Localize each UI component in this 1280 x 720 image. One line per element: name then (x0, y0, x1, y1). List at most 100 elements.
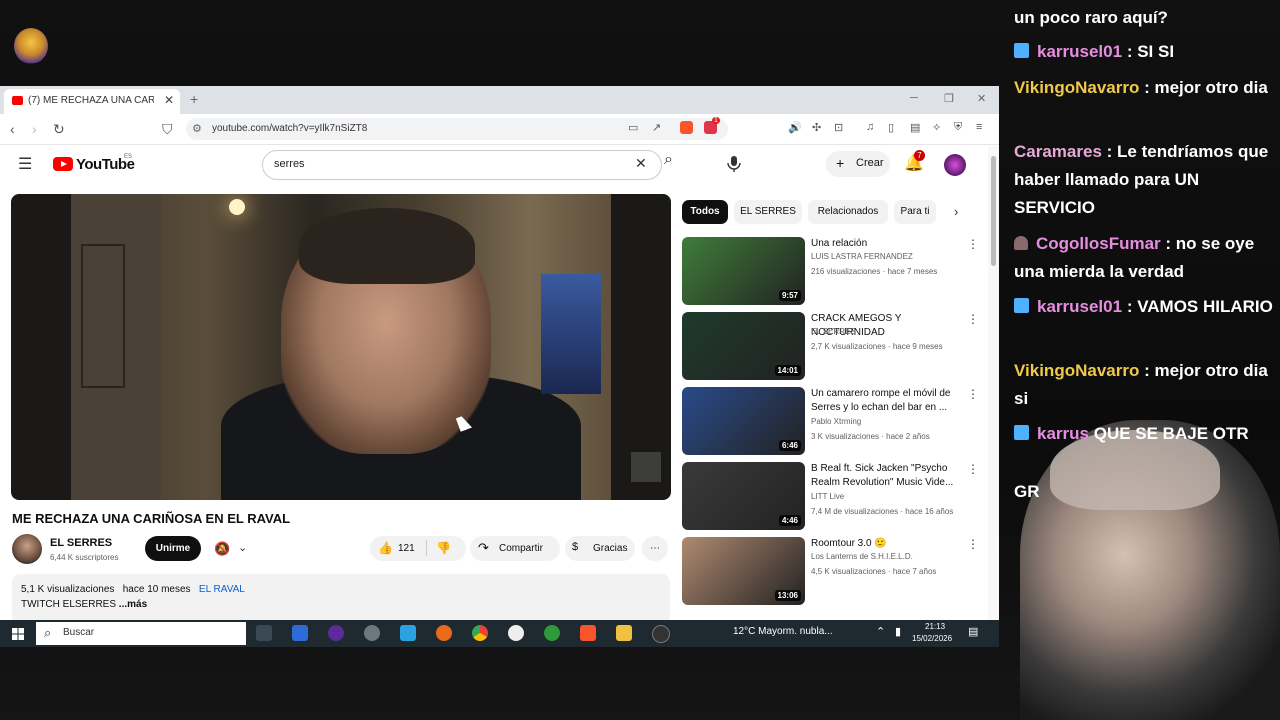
xbox-icon[interactable] (544, 625, 560, 641)
clock-time[interactable]: 21:13 (925, 622, 945, 631)
chip-all[interactable]: Todos (682, 200, 728, 224)
hashtag-link[interactable]: EL RAVAL (199, 584, 245, 595)
recommendation-thumbnail[interactable]: 4:46 (682, 462, 805, 530)
recommendation-item[interactable]: 13:06 Roomtour 3.0 🙂 Los Lanterns de S.H.I… (682, 537, 987, 607)
menu-icon[interactable]: ≡ (976, 121, 982, 133)
audio-icon[interactable]: 🔊 (788, 121, 802, 134)
recommendation-item[interactable]: 6:46 Un camarero rompe el móvil de Serres… (682, 387, 987, 457)
video-player[interactable] (11, 194, 671, 500)
tray-chevron-icon[interactable]: ⌃ (876, 625, 885, 638)
recommendation-channel[interactable]: Pablo Xtrming (811, 417, 861, 426)
more-options-icon[interactable]: ⋮ (967, 237, 979, 251)
create-button[interactable]: + Crear (826, 151, 890, 177)
windows-start-icon[interactable] (12, 627, 24, 640)
cast-icon[interactable]: ▭ (628, 121, 638, 134)
browser-tab[interactable]: (7) ME RECHAZA UNA CARIÑOSA ✕ (4, 89, 180, 114)
taskbar-search[interactable]: ⌕ Buscar (36, 622, 246, 645)
app-icon-1[interactable] (328, 625, 344, 641)
maximize-icon[interactable]: ❐ (944, 92, 954, 105)
recommendation-item[interactable]: 4:46 B Real ft. Sick Jacken "Psycho Realm… (682, 462, 987, 532)
recommendation-thumbnail[interactable]: 9:57 (682, 237, 805, 305)
media-icon[interactable]: ♫ (866, 121, 874, 133)
join-button[interactable]: Unirme (145, 536, 201, 561)
file-explorer-icon[interactable] (616, 625, 632, 641)
description-box[interactable]: 5,1 K visualizaciones hace 10 meses EL R… (12, 574, 670, 620)
chips-next-icon[interactable]: › (954, 204, 958, 219)
url-field[interactable]: ⚙ youtube.com/watch?v=yIlk7nSiZT8 (186, 118, 728, 140)
recommendation-channel[interactable]: LUIS LASTRA FERNANDEZ (811, 252, 913, 261)
app-icon-2[interactable] (364, 625, 380, 641)
search-icon[interactable]: ⌕ (664, 151, 673, 169)
chip-related[interactable]: Relacionados (808, 200, 888, 224)
dislike-icon[interactable]: 👎 (436, 541, 451, 555)
mic-tray-icon[interactable]: ▮ (895, 625, 901, 638)
clear-search-icon[interactable]: ✕ (635, 155, 647, 172)
close-window-icon[interactable]: ✕ (977, 92, 986, 105)
channel-avatar[interactable] (12, 534, 42, 564)
chevron-down-icon[interactable]: ⌄ (238, 541, 247, 554)
leo-ai-icon[interactable]: ✧ (932, 121, 941, 134)
share-button[interactable]: ↷ Compartir (470, 536, 560, 561)
recommendation-channel[interactable]: LITT Live (811, 492, 844, 501)
recommendation-item[interactable]: 14:01 CRACK AMEGOS Y NOCTURNIDAD EL SERRES… (682, 312, 987, 382)
chrome-icon[interactable] (472, 625, 488, 641)
share-page-icon[interactable]: ↗ (652, 121, 661, 134)
brave-icon[interactable] (580, 625, 596, 641)
task-view-icon[interactable] (256, 625, 272, 641)
forward-icon[interactable]: › (32, 121, 37, 137)
recommendation-title[interactable]: Roomtour 3.0 🙂 (811, 537, 959, 551)
minimize-icon[interactable]: ─ (910, 92, 918, 104)
channel-name[interactable]: EL SERRES (50, 537, 112, 549)
recommendation-title[interactable]: Una relación (811, 237, 959, 251)
chat-username[interactable]: CogollosFumar (1036, 234, 1161, 253)
recommendation-title[interactable]: Un camarero rompe el móvil de Serres y l… (811, 387, 959, 415)
recommendation-thumbnail[interactable]: 6:46 (682, 387, 805, 455)
more-options-icon[interactable]: ⋮ (967, 387, 979, 401)
youtube-logo-icon[interactable] (53, 157, 73, 171)
new-tab-icon[interactable]: + (190, 91, 198, 107)
more-actions-icon[interactable]: ⋯ (642, 536, 668, 561)
sidebar-icon[interactable]: ▯ (888, 121, 894, 134)
back-icon[interactable]: ‹ (10, 121, 15, 137)
more-options-icon[interactable]: ⋮ (967, 312, 979, 326)
brave-shield-icon[interactable] (680, 121, 693, 134)
chat-username[interactable]: karrusel01 (1037, 297, 1122, 316)
chat-username[interactable]: VikingoNavarro (1014, 361, 1139, 380)
reload-icon[interactable]: ↻ (53, 121, 65, 138)
chip-for-you[interactable]: Para ti (894, 200, 936, 224)
clock-date[interactable]: 15/02/2026 (912, 634, 952, 643)
thanks-button[interactable]: $ Gracias (565, 536, 635, 561)
close-tab-icon[interactable]: ✕ (164, 93, 174, 107)
chip-el-serres[interactable]: EL SERRES (734, 200, 802, 224)
notification-center-icon[interactable]: ▤ (968, 625, 978, 638)
vpn-icon[interactable]: ⛨ (954, 121, 962, 134)
recommendation-thumbnail[interactable]: 13:06 (682, 537, 805, 605)
more-options-icon[interactable]: ⋮ (967, 537, 979, 551)
media-player-icon[interactable] (508, 625, 524, 641)
recommendation-channel[interactable]: EL SERRES (811, 327, 856, 336)
search-input[interactable]: serres ✕ (262, 150, 662, 180)
firefox-icon[interactable] (436, 625, 452, 641)
telegram-icon[interactable] (400, 625, 416, 641)
like-icon[interactable]: 👍 (378, 541, 393, 555)
scrollbar-thumb[interactable] (991, 156, 996, 266)
show-more-link[interactable]: ...más (119, 599, 147, 610)
bookmark-icon[interactable]: ⛉ (162, 121, 173, 138)
extensions-icon[interactable]: ✣ (812, 121, 821, 134)
chat-username[interactable]: karrusel01 (1037, 42, 1122, 61)
like-count[interactable]: 121 (398, 543, 415, 554)
microphone-icon[interactable] (719, 149, 749, 179)
chat-username[interactable]: VikingoNavarro (1014, 78, 1139, 97)
more-options-icon[interactable]: ⋮ (967, 462, 979, 476)
chat-username[interactable]: karrus (1037, 424, 1089, 443)
recommendation-thumbnail[interactable]: 14:01 (682, 312, 805, 380)
weather-widget[interactable]: 12°C Mayorm. nubla... (733, 626, 833, 637)
hamburger-menu-icon[interactable]: ☰ (18, 154, 32, 174)
account-avatar[interactable] (944, 154, 966, 176)
chat-username[interactable]: Caramares (1014, 142, 1102, 161)
obs-icon[interactable] (652, 625, 670, 643)
screenshot-icon[interactable]: ⊡ (834, 121, 843, 134)
store-icon[interactable] (292, 625, 308, 641)
recommendation-channel[interactable]: Los Lanterns de S.H.I.E.L.D. (811, 552, 913, 561)
site-info-icon[interactable]: ⚙ (192, 122, 202, 135)
